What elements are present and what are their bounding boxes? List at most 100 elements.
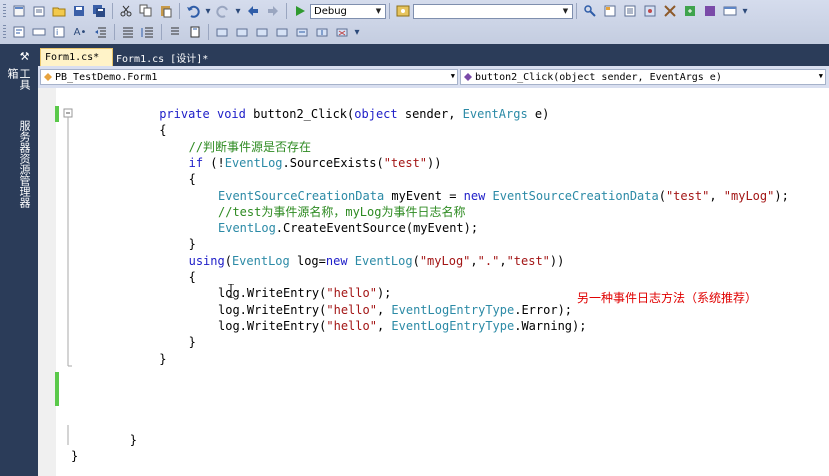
code-token: ( [658,188,666,203]
undo-icon[interactable] [185,3,201,19]
code-token: ); [774,188,789,203]
code-token: EventLogEntryType [391,302,515,317]
code-token: "test" [383,155,428,170]
code-line[interactable]: EventSourceCreationData myEvent = new Ev… [218,188,789,204]
navigate-forward-icon[interactable] [265,3,281,19]
chevron-down-icon: ▼ [375,7,382,15]
add-item-icon[interactable] [31,3,47,19]
code-token: "hello" [326,318,377,333]
text-cursor-icon [228,284,234,298]
previous-bookmark-document-icon[interactable] [294,24,310,40]
code-line[interactable]: log.WriteEntry("hello", EventLogEntryTyp… [218,302,572,318]
tab-form1-cs-label: Form1.cs* [45,52,100,63]
code-token: .Warning); [514,318,587,333]
save-all-icon[interactable] [91,3,107,19]
start-debugging-icon[interactable] [292,3,308,19]
next-bookmark-document-icon[interactable] [314,24,330,40]
redo-icon[interactable] [215,3,231,19]
member-combo[interactable]: button2_Click(object sender, EventArgs e… [460,69,826,85]
properties-window-icon[interactable] [622,3,638,19]
code-token: } [159,351,167,366]
code-line[interactable]: //test为事件源名称，myLog为事件日志名称 [218,204,465,220]
toolbox-tab[interactable]: 工具箱 [6,68,31,100]
object-member-list-icon[interactable] [11,24,27,40]
complete-word-icon[interactable]: A• [71,24,89,40]
toolbar-options-icon[interactable]: ▾ [354,24,360,40]
code-line[interactable]: EventLog.CreateEventSource(myEvent); [218,220,478,236]
toolbar-options-icon[interactable]: ▾ [742,3,748,19]
code-token: object [354,107,405,121]
solution-configuration-value: Debug [314,5,347,17]
code-line[interactable]: log.WriteEntry("hello", EventLogEntryTyp… [218,318,586,334]
solution-explorer-icon[interactable] [602,3,618,19]
save-icon[interactable] [71,3,87,19]
code-line[interactable]: } [159,351,166,367]
paste-icon[interactable] [158,3,174,19]
command-window-icon[interactable] [722,3,738,19]
code-line[interactable]: } [71,448,78,464]
new-project-icon[interactable] [11,3,27,19]
code-token: sender, [404,107,463,121]
undo-dropdown-icon[interactable]: ▾ [205,3,211,19]
class-combo[interactable]: PB_TestDemo.Form1 ▼ [40,69,458,85]
code-line[interactable]: log.WriteEntry("hello"); [218,285,391,301]
find-icon[interactable] [582,3,598,19]
extension-manager-icon[interactable] [702,3,718,19]
code-editor[interactable]: private void button2_Click(object sender… [38,88,829,476]
toolbar-grip[interactable] [3,4,6,18]
code-line[interactable]: private void button2_Click(object sender… [159,106,549,122]
toolbar-grip[interactable] [3,25,6,39]
tab-form1-cs[interactable]: Form1.cs* [40,48,113,66]
toolbar-separator [161,24,162,40]
find-in-files-icon[interactable] [395,3,411,19]
quick-info-icon[interactable]: i [51,24,67,40]
code-token: } [129,433,138,447]
svg-text:i: i [56,28,58,37]
code-token: ( [412,253,420,268]
clear-bookmarks-icon[interactable] [334,24,350,40]
code-token: EventSourceCreationData [492,188,659,203]
find-combo[interactable]: ▼ [413,3,573,19]
toolbox-icon[interactable] [662,3,678,19]
server-explorer-tab[interactable]: 服务器资源管理器 [16,120,31,220]
navigate-backward-icon[interactable] [245,3,261,19]
class-combo-value: PB_TestDemo.Form1 [55,71,158,83]
code-token: .CreateEventSource(myEvent); [275,221,479,236]
object-browser-icon[interactable] [642,3,658,19]
next-bookmark-icon[interactable] [234,24,250,40]
uncomment-lines-icon[interactable] [140,24,156,40]
bookmark-icon[interactable] [167,24,183,40]
code-line[interactable]: { [159,122,166,138]
previous-bookmark-folder-icon[interactable] [254,24,270,40]
code-token: { [159,123,167,138]
copy-icon[interactable] [138,3,154,19]
decrease-indent-icon[interactable] [93,24,109,40]
code-token: myEvent = [391,188,464,203]
code-line[interactable]: } [189,236,196,252]
comment-lines-icon[interactable] [120,24,136,40]
code-token: "test" [506,253,550,268]
solution-configuration-combo[interactable]: Debug ▼ [310,3,386,19]
next-bookmark-folder-icon[interactable] [274,24,290,40]
code-line[interactable]: { [189,171,196,187]
previous-bookmark-icon[interactable] [214,24,230,40]
code-token: log.WriteEntry( [218,318,327,333]
toggle-bookmark-icon[interactable] [187,24,203,40]
start-page-icon[interactable] [682,3,698,19]
code-line[interactable]: //判断事件源是否存在 [189,139,311,155]
open-folder-icon[interactable] [51,3,67,19]
code-line[interactable]: } [189,334,196,350]
tab-form1-designer[interactable]: Form1.cs [设计]* [112,48,222,66]
redo-dropdown-icon[interactable]: ▾ [235,3,241,19]
code-line[interactable]: using(EventLog log=new EventLog("myLog",… [189,253,565,269]
code-token: EventLog [231,253,297,268]
auto-hide-pin-icon[interactable]: ⚒ [16,50,31,64]
code-token: if [188,155,211,170]
cut-icon[interactable] [118,3,134,19]
code-line[interactable]: if (!EventLog.SourceExists("test")) [189,155,442,171]
code-token: , [499,253,507,268]
code-line[interactable]: { [189,269,196,285]
parameter-info-icon[interactable] [31,24,47,40]
toolbar-separator [179,3,180,19]
code-line[interactable]: } [130,432,137,448]
